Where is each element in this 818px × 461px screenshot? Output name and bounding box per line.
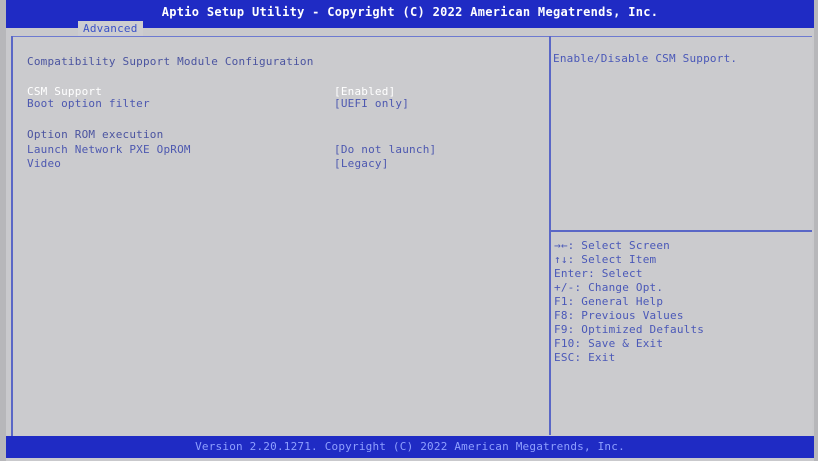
key-help-change-opt: +/-: Change Opt. bbox=[554, 281, 664, 294]
help-description: Enable/Disable CSM Support. bbox=[553, 52, 738, 65]
setting-label-video[interactable]: Video bbox=[27, 157, 61, 170]
section-title: Compatibility Support Module Configurati… bbox=[27, 55, 314, 68]
help-divider bbox=[551, 230, 812, 232]
key-help-f10: F10: Save & Exit bbox=[554, 337, 664, 350]
setting-value-video[interactable]: [Legacy] bbox=[334, 157, 389, 170]
key-help-esc: ESC: Exit bbox=[554, 351, 616, 364]
key-help-select-item: ↑↓: Select Item bbox=[554, 253, 657, 266]
setting-label-launch-network-pxe[interactable]: Launch Network PXE OpROM bbox=[27, 143, 191, 156]
app-title: Aptio Setup Utility - Copyright (C) 2022… bbox=[161, 5, 659, 19]
footer-bar: Version 2.20.1271. Copyright (C) 2022 Am… bbox=[6, 436, 814, 458]
setting-value-boot-option-filter[interactable]: [UEFI only] bbox=[334, 97, 409, 110]
key-help-f8: F8: Previous Values bbox=[554, 309, 684, 322]
vertical-divider bbox=[549, 36, 551, 435]
panel-left-border bbox=[11, 36, 13, 436]
setting-label-boot-option-filter[interactable]: Boot option filter bbox=[27, 97, 150, 110]
key-help-enter: Enter: Select bbox=[554, 267, 643, 280]
left-right-arrows-icon: →← bbox=[554, 239, 568, 252]
tab-advanced[interactable]: Advanced bbox=[78, 21, 143, 36]
key-help-f9: F9: Optimized Defaults bbox=[554, 323, 705, 336]
up-down-arrows-icon: ↑↓ bbox=[554, 253, 568, 266]
setting-value-launch-network-pxe[interactable]: [Do not launch] bbox=[334, 143, 436, 156]
key-help-select-screen: →←: Select Screen bbox=[554, 239, 670, 252]
key-help-f1: F1: General Help bbox=[554, 295, 664, 308]
footer-version-text: Version 2.20.1271. Copyright (C) 2022 Am… bbox=[195, 440, 625, 453]
subsection-title: Option ROM execution bbox=[27, 128, 164, 141]
